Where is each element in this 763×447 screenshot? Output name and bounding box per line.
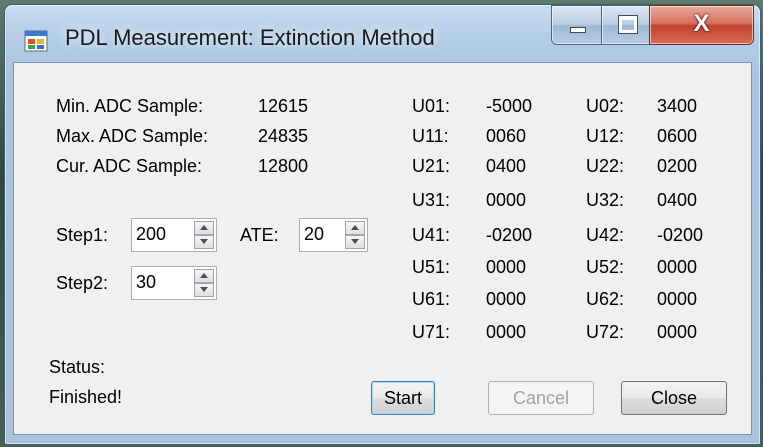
voltage-value: -0200 [486, 225, 533, 245]
voltage-value: 0000 [657, 257, 698, 277]
voltage-value: -0200 [657, 225, 704, 245]
voltage-label: U01: [412, 96, 451, 116]
minimize-icon [570, 27, 586, 33]
max-adc-value: 24835 [258, 126, 309, 146]
window-title: PDL Measurement: Extinction Method [65, 25, 435, 50]
min-adc-label: Min. ADC Sample: [56, 96, 204, 116]
voltage-value: 0000 [486, 257, 527, 277]
close-window-button[interactable]: X [649, 5, 754, 45]
step1-down-arrow-icon[interactable] [194, 235, 214, 249]
maximize-button[interactable] [601, 5, 651, 45]
voltage-value: 0000 [657, 322, 698, 342]
step2-label: Step2: [56, 273, 109, 293]
ate-arrows [345, 221, 365, 249]
voltage-value: -5000 [486, 96, 533, 116]
minimize-button[interactable] [551, 5, 603, 45]
cur-adc-value: 12800 [258, 156, 309, 176]
voltage-label: U11: [412, 126, 449, 146]
ate-spinner[interactable]: 20 [299, 218, 368, 252]
step2-spinner[interactable]: 30 [131, 266, 217, 300]
voltage-value: 0000 [486, 190, 527, 210]
cur-adc-label: Cur. ADC Sample: [56, 156, 203, 176]
step1-spinner[interactable]: 200 [131, 218, 217, 252]
step2-arrows [194, 269, 214, 297]
voltage-label: U21: [412, 156, 451, 176]
voltage-label: U22: [586, 156, 625, 176]
maximize-icon [619, 16, 637, 33]
voltage-value: 0000 [486, 289, 527, 309]
ate-down-arrow-icon[interactable] [345, 235, 365, 249]
voltage-value: 0000 [657, 289, 698, 309]
voltage-value: 3400 [657, 96, 698, 116]
close-icon: X [693, 10, 710, 37]
step1-label: Step1: [56, 225, 109, 245]
voltage-label: U02: [586, 96, 625, 116]
ate-label: ATE: [240, 225, 279, 245]
cancel-button[interactable]: Cancel [488, 381, 594, 415]
voltage-value: 0060 [486, 126, 527, 146]
voltage-label: U41: [412, 225, 451, 245]
voltage-label: U71: [412, 322, 451, 342]
step1-arrows [194, 221, 214, 249]
status-label: Status: [49, 357, 106, 377]
max-adc-label: Max. ADC Sample: [56, 126, 209, 146]
step2-value[interactable]: 30 [136, 272, 156, 293]
min-adc-value: 12615 [258, 96, 309, 116]
dialog-client-area: Min. ADC Sample: 12615 Max. ADC Sample: … [13, 62, 752, 435]
voltage-label: U51: [412, 257, 451, 277]
status-value: Finished! [49, 387, 123, 407]
step2-up-arrow-icon[interactable] [194, 269, 214, 283]
step1-up-arrow-icon[interactable] [194, 221, 214, 235]
voltage-value: 0400 [486, 156, 527, 176]
ate-value[interactable]: 20 [304, 224, 324, 245]
voltage-value: 0600 [657, 126, 698, 146]
voltage-value: 0000 [486, 322, 527, 342]
window-app-icon [24, 30, 48, 52]
voltage-label: U32: [586, 190, 625, 210]
voltage-value: 0400 [657, 190, 698, 210]
voltage-label: U42: [586, 225, 625, 245]
start-button[interactable]: Start [371, 381, 435, 415]
caption-buttons: X [551, 5, 756, 47]
close-button[interactable]: Close [621, 381, 727, 415]
voltage-label: U61: [412, 289, 451, 309]
dialog-window: PDL Measurement: Extinction Method X Min… [4, 4, 761, 445]
voltage-label: U72: [586, 322, 625, 342]
voltage-label: U62: [586, 289, 625, 309]
voltage-label: U52: [586, 257, 625, 277]
voltage-label: U12: [586, 126, 625, 146]
title-bar[interactable]: PDL Measurement: Extinction Method X [5, 5, 760, 69]
step1-value[interactable]: 200 [136, 224, 166, 245]
voltage-label: U31: [412, 190, 451, 210]
ate-up-arrow-icon[interactable] [345, 221, 365, 235]
step2-down-arrow-icon[interactable] [194, 283, 214, 297]
voltage-value: 0200 [657, 156, 698, 176]
